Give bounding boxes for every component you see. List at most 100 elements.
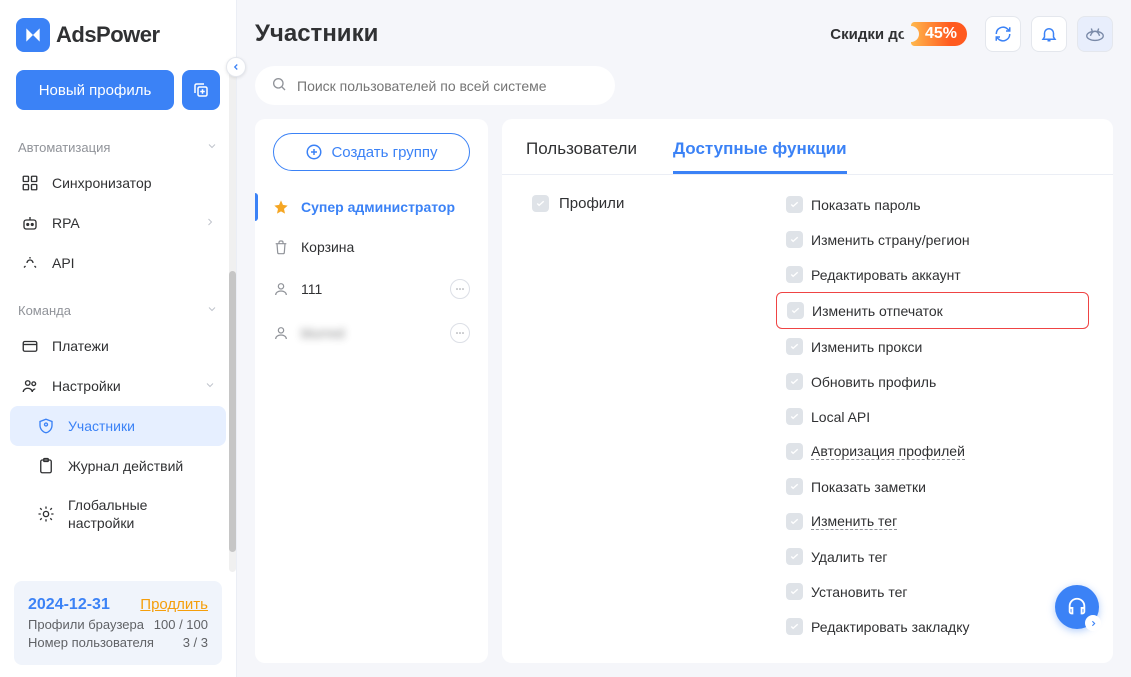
groups-panel: Создать группу Супер администратор Корзи… xyxy=(255,119,488,663)
api-icon xyxy=(20,253,40,273)
tab-users[interactable]: Пользователи xyxy=(526,131,637,174)
permission-label: Изменить прокси xyxy=(811,339,922,355)
nav-section-automation[interactable]: Автоматизация xyxy=(10,132,226,163)
checkbox-icon[interactable] xyxy=(786,231,803,248)
permission-item[interactable]: Авторизация профилей xyxy=(776,434,1089,469)
nav-item-label: API xyxy=(52,255,75,271)
license-profiles-label: Профили браузера xyxy=(28,617,144,632)
permission-label: Удалить тег xyxy=(811,549,888,565)
nav-item-members[interactable]: Участники xyxy=(10,406,226,446)
group-label: Супер администратор xyxy=(301,199,455,215)
detail-panel: Пользователи Доступные функции Профили П… xyxy=(502,119,1113,663)
permission-label: Авторизация профилей xyxy=(811,443,965,460)
checkbox-icon[interactable] xyxy=(786,548,803,565)
group-item-trash[interactable]: Корзина xyxy=(255,227,488,267)
refresh-button[interactable] xyxy=(985,16,1021,52)
permission-label: Изменить страну/регион xyxy=(811,232,970,248)
checkbox-icon[interactable] xyxy=(787,302,804,319)
permission-item[interactable]: Удалить тег xyxy=(776,539,1089,574)
group-label: Корзина xyxy=(301,239,354,255)
nav-item-rpa[interactable]: RPA xyxy=(10,203,226,243)
nav-item-label: Журнал действий xyxy=(68,457,183,475)
group-label: blurred xyxy=(301,325,345,341)
permission-item[interactable]: Редактировать закладку xyxy=(776,609,1089,644)
collapse-sidebar-button[interactable] xyxy=(226,57,246,77)
checkbox-icon[interactable] xyxy=(786,196,803,213)
gear-icon xyxy=(36,504,56,524)
main: Участники Скидки до 45% xyxy=(237,0,1131,677)
person-icon xyxy=(273,281,291,297)
checkbox-icon[interactable] xyxy=(786,338,803,355)
search-input-wrapper xyxy=(255,66,615,105)
nav-item-settings[interactable]: Настройки xyxy=(10,366,226,406)
checkbox-icon[interactable] xyxy=(786,583,803,600)
users-icon xyxy=(20,376,40,396)
permission-label: Редактировать закладку xyxy=(811,619,970,635)
more-icon[interactable] xyxy=(450,279,470,299)
notifications-button[interactable] xyxy=(1031,16,1067,52)
checkbox-icon[interactable] xyxy=(786,408,803,425)
checkbox-icon[interactable] xyxy=(786,373,803,390)
tab-functions[interactable]: Доступные функции xyxy=(673,131,847,174)
renew-link[interactable]: Продлить xyxy=(140,596,208,614)
search-icon xyxy=(271,76,287,95)
create-group-button[interactable]: Создать группу xyxy=(273,133,470,171)
nav-item-label: Синхронизатор xyxy=(52,175,152,191)
sidebar-scrollbar[interactable] xyxy=(229,271,236,552)
avatar-button[interactable] xyxy=(1077,16,1113,52)
permission-label: Local API xyxy=(811,409,870,425)
more-icon[interactable] xyxy=(450,323,470,343)
group-item[interactable]: 111 xyxy=(255,267,488,311)
nav-item-api[interactable]: API xyxy=(10,243,226,283)
shield-user-icon xyxy=(36,416,56,436)
brand-name: AdsPower xyxy=(56,22,160,48)
promo-badge: 45% xyxy=(911,22,967,46)
clipboard-icon xyxy=(36,456,56,476)
nav-section-team[interactable]: Команда xyxy=(10,295,226,326)
permission-item[interactable]: Обновить профиль xyxy=(776,364,1089,399)
permission-item[interactable]: Изменить страну/регион xyxy=(776,222,1089,257)
page-title: Участники xyxy=(255,20,820,48)
checkbox-icon[interactable] xyxy=(786,266,803,283)
nav-item-label: Глобальные настройки xyxy=(68,496,216,532)
brand[interactable]: AdsPower xyxy=(0,0,236,66)
permission-label: Показать пароль xyxy=(811,197,921,213)
nav-item-global-settings[interactable]: Глобальные настройки xyxy=(10,486,226,542)
checkbox-icon[interactable] xyxy=(786,618,803,635)
nav-item-label: Настройки xyxy=(52,378,121,394)
nav-item-label: RPA xyxy=(52,215,80,231)
checkbox-icon[interactable] xyxy=(532,195,549,212)
group-item[interactable]: blurred xyxy=(255,311,488,355)
promo-text: Скидки до xyxy=(830,26,907,43)
permission-item[interactable]: Установить тег xyxy=(776,574,1089,609)
permission-item[interactable]: Показать пароль xyxy=(776,187,1089,222)
permission-item[interactable]: Изменить прокси xyxy=(776,329,1089,364)
permission-item[interactable]: Изменить тег xyxy=(776,504,1089,539)
group-item-superadmin[interactable]: Супер администратор xyxy=(255,187,488,227)
trash-icon xyxy=(273,239,291,255)
chevron-down-icon xyxy=(206,140,218,155)
support-fab[interactable] xyxy=(1055,585,1099,629)
license-users-value: 3 / 3 xyxy=(183,635,208,650)
new-profile-clone-button[interactable] xyxy=(182,70,220,110)
permission-item[interactable]: Показать заметки xyxy=(776,469,1089,504)
new-profile-button[interactable]: Новый профиль xyxy=(16,70,174,110)
checkbox-icon[interactable] xyxy=(786,443,803,460)
nav-item-journal[interactable]: Журнал действий xyxy=(10,446,226,486)
checkbox-icon[interactable] xyxy=(786,513,803,530)
permission-item[interactable]: Изменить отпечаток xyxy=(776,292,1089,329)
permission-label: Показать заметки xyxy=(811,479,926,495)
star-icon xyxy=(273,199,291,215)
permission-label: Изменить тег xyxy=(811,513,897,530)
promo-banner[interactable]: Скидки до 45% xyxy=(830,22,967,46)
search-input[interactable] xyxy=(297,78,599,94)
nav-item-sync[interactable]: Синхронизатор xyxy=(10,163,226,203)
nav-item-payments[interactable]: Платежи xyxy=(10,326,226,366)
permission-item[interactable]: Редактировать аккаунт xyxy=(776,257,1089,292)
brand-logo-icon xyxy=(16,18,50,52)
chevron-down-icon xyxy=(204,378,216,394)
checkbox-icon[interactable] xyxy=(786,478,803,495)
card-icon xyxy=(20,336,40,356)
license-profiles-value: 100 / 100 xyxy=(154,617,208,632)
permission-item[interactable]: Local API xyxy=(776,399,1089,434)
